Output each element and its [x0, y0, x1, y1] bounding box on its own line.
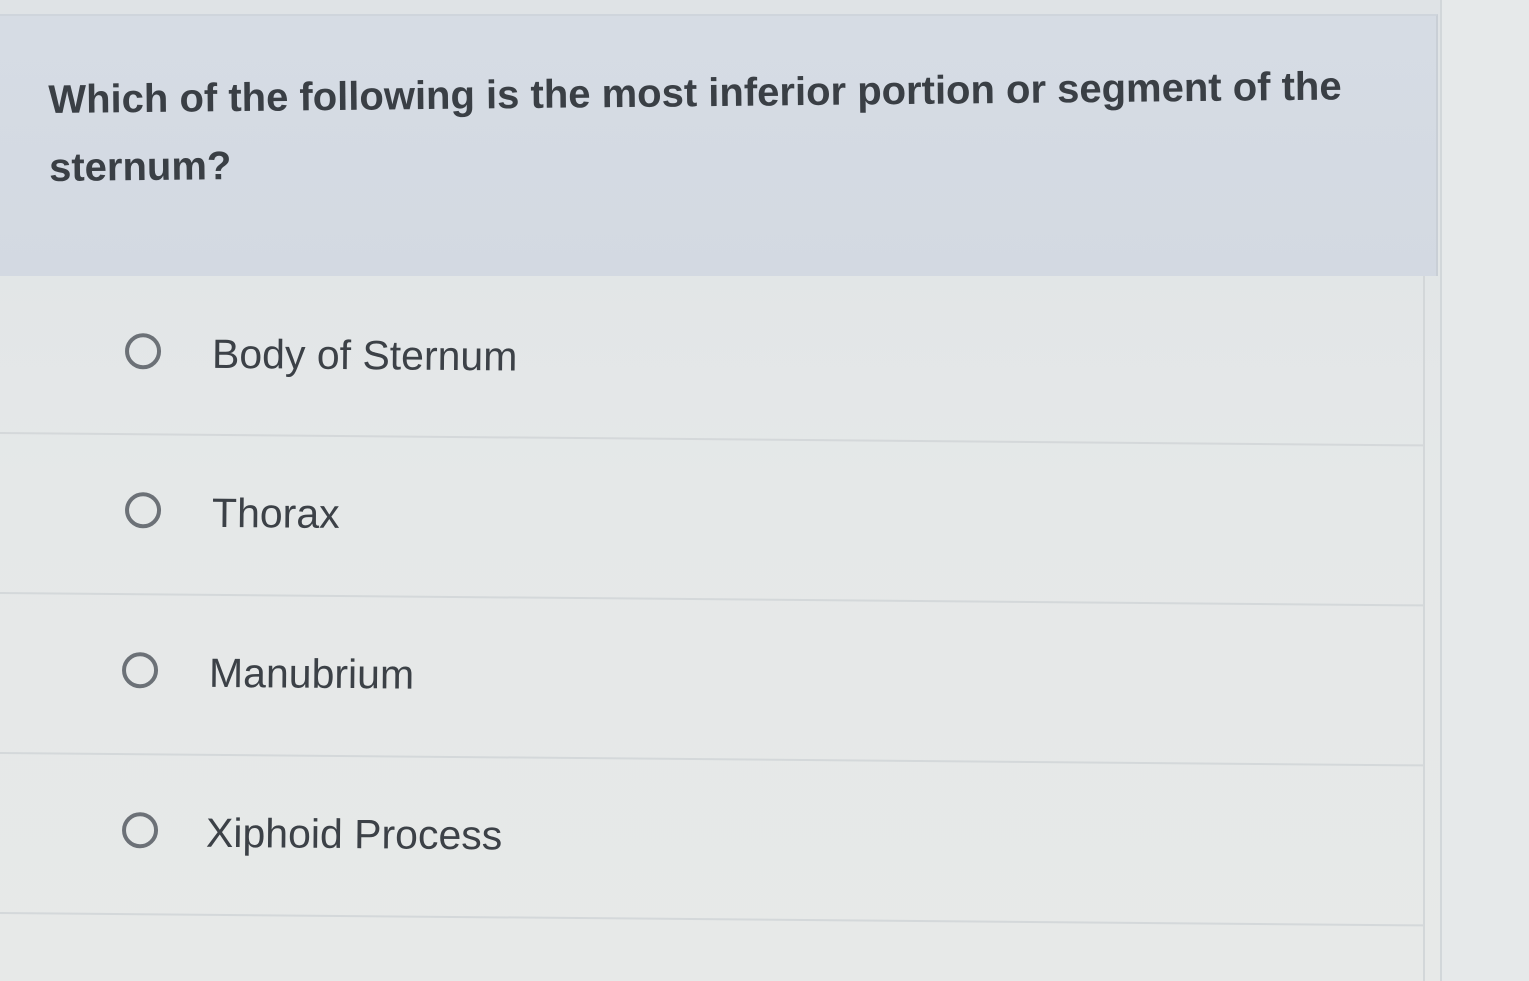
option-xiphoid-process[interactable]: Xiphoid Process: [0, 754, 1426, 927]
radio-button-icon[interactable]: [124, 333, 162, 370]
radio-button-icon[interactable]: [121, 812, 159, 849]
option-thorax[interactable]: Thorax: [0, 434, 1426, 607]
option-body-of-sternum[interactable]: Body of Sternum: [0, 276, 1426, 447]
right-margin-panel: [1440, 0, 1529, 981]
option-manubrium[interactable]: Manubrium: [0, 594, 1426, 767]
question-text: Which of the following is the most infer…: [48, 64, 1342, 190]
option-label: Xiphoid Process: [205, 809, 503, 859]
question-card: Which of the following is the most infer…: [0, 14, 1438, 276]
radio-button-icon[interactable]: [121, 652, 159, 689]
radio-button-icon[interactable]: [124, 492, 162, 529]
option-label: Manubrium: [208, 649, 415, 698]
option-label: Thorax: [211, 489, 340, 537]
answer-options: Body of Sternum Thorax Manubrium Xiphoid…: [0, 276, 1426, 981]
quiz-screen: Which of the following is the most infer…: [0, 0, 1529, 981]
option-label: Body of Sternum: [211, 330, 518, 380]
